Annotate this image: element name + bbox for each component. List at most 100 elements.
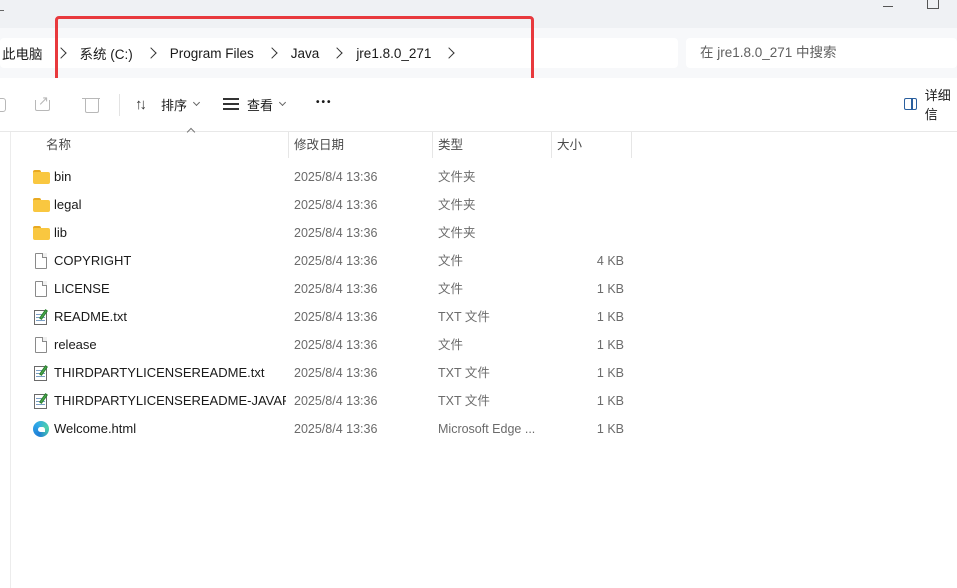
chevron-right-icon[interactable]	[266, 47, 278, 59]
file-name: THIRDPARTYLICENSEREADME.txt	[54, 365, 265, 380]
command-bar: ↑↓ 排序 查看 ••• 详细信	[0, 78, 957, 132]
breadcrumb[interactable]: 此电脑 系统 (C:) Program Files Java jre1.8.0_…	[0, 38, 678, 68]
share-icon	[34, 93, 52, 113]
table-row[interactable]: lib 2025/8/4 13:36 文件夹	[20, 219, 640, 247]
breadcrumb-item-jre[interactable]: jre1.8.0_271	[356, 46, 431, 61]
breadcrumb-item-system-c[interactable]: 系统 (C:)	[80, 43, 133, 63]
details-label: 详细信	[924, 88, 951, 122]
share-button[interactable]	[34, 90, 52, 118]
column-header-name[interactable]: 名称	[40, 127, 288, 162]
breadcrumb-item-this-pc[interactable]: 此电脑	[2, 43, 43, 63]
file-name: README.txt	[54, 309, 127, 324]
sort-label: 排序	[161, 97, 188, 113]
file-name: COPYRIGHT	[54, 253, 132, 268]
sort-arrows-icon: ↑↓	[135, 95, 147, 113]
address-bar-row: 此电脑 系统 (C:) Program Files Java jre1.8.0_…	[0, 28, 957, 78]
view-lines-icon	[223, 98, 239, 110]
chevron-down-icon	[278, 98, 287, 107]
folder-icon	[33, 197, 50, 213]
file-name: Welcome.html	[54, 421, 137, 436]
table-row[interactable]: LICENSE 2025/8/4 13:36 文件 1 KB	[20, 275, 640, 303]
file-name: bin	[54, 169, 72, 184]
file-size: 1 KB	[596, 338, 624, 352]
trash-icon	[82, 95, 100, 113]
file-type: 文件夹	[438, 226, 476, 240]
minimize-button[interactable]	[876, 0, 896, 10]
toolbar-divider	[119, 94, 120, 116]
folder-icon	[33, 169, 50, 185]
file-date: 2025/8/4 13:36	[294, 394, 378, 408]
file-date: 2025/8/4 13:36	[294, 170, 378, 184]
file-name: release	[54, 337, 97, 352]
folder-icon	[33, 225, 50, 241]
view-label: 查看	[247, 97, 274, 113]
search-input[interactable]	[686, 38, 957, 68]
file-name: lib	[54, 225, 68, 240]
file-type: Microsoft Edge ...	[438, 422, 536, 436]
file-date: 2025/8/4 13:36	[294, 310, 378, 324]
table-row[interactable]: bin 2025/8/4 13:36 文件夹	[20, 163, 640, 191]
file-list: 名称 修改日期 类型 大小 bin 2025/8/4 13:36 文件夹 leg…	[12, 127, 957, 588]
column-header-date[interactable]: 修改日期	[288, 132, 432, 162]
file-date: 2025/8/4 13:36	[294, 338, 378, 352]
file-size	[550, 191, 624, 219]
new-item-button[interactable]	[0, 90, 10, 118]
file-icon	[33, 281, 50, 297]
file-icon	[33, 337, 50, 353]
table-row[interactable]: THIRDPARTYLICENSEREADME.txt 2025/8/4 13:…	[20, 359, 640, 387]
file-type: TXT 文件	[438, 310, 490, 324]
view-button[interactable]: 查看	[223, 90, 287, 118]
table-row[interactable]: THIRDPARTYLICENSEREADME-JAVAF... 2025/8/…	[20, 387, 640, 415]
file-type: 文件	[438, 282, 464, 296]
details-pane-button[interactable]: 详细信	[904, 88, 957, 122]
file-size: 1 KB	[596, 394, 624, 408]
file-type: 文件夹	[438, 198, 476, 212]
table-row[interactable]: Welcome.html 2025/8/4 13:36 Microsoft Ed…	[20, 415, 640, 443]
title-bar	[0, 0, 957, 28]
chevron-right-icon[interactable]	[443, 47, 456, 59]
new-item-icon	[0, 95, 10, 113]
table-row[interactable]: release 2025/8/4 13:36 文件 1 KB	[20, 331, 640, 359]
table-row[interactable]: COPYRIGHT 2025/8/4 13:36 文件 4 KB	[20, 247, 640, 275]
column-resize-handle[interactable]	[631, 132, 632, 158]
more-options-button[interactable]: •••	[316, 88, 333, 116]
column-header-size[interactable]: 大小	[551, 132, 631, 162]
text-file-icon	[33, 393, 50, 409]
file-icon	[33, 253, 50, 269]
column-header-name-label: 名称	[46, 138, 72, 152]
text-file-icon	[33, 365, 50, 381]
chevron-down-icon	[192, 98, 201, 107]
details-pane-icon	[904, 98, 917, 110]
file-date: 2025/8/4 13:36	[294, 366, 378, 380]
file-size	[550, 219, 624, 247]
file-type: 文件	[438, 338, 464, 352]
edge-html-icon	[33, 421, 50, 437]
file-date: 2025/8/4 13:36	[294, 282, 378, 296]
chevron-right-icon[interactable]	[145, 47, 157, 59]
breadcrumb-item-program-files[interactable]: Program Files	[170, 46, 254, 61]
navigation-pane-edge[interactable]	[0, 132, 11, 588]
file-type: TXT 文件	[438, 394, 490, 408]
file-size: 1 KB	[596, 422, 624, 436]
chevron-right-icon[interactable]	[331, 47, 343, 59]
column-header-type[interactable]: 类型	[432, 132, 551, 162]
file-size: 1 KB	[596, 282, 624, 296]
breadcrumb-item-java[interactable]: Java	[291, 46, 320, 61]
file-date: 2025/8/4 13:36	[294, 226, 378, 240]
file-type: 文件夹	[438, 170, 476, 184]
file-name: LICENSE	[54, 281, 110, 296]
file-name: legal	[54, 197, 82, 212]
chevron-right-icon[interactable]	[54, 47, 67, 59]
file-size: 1 KB	[596, 366, 624, 380]
sort-button[interactable]: ↑↓ 排序	[135, 90, 201, 118]
file-size: 4 KB	[596, 254, 624, 268]
delete-button[interactable]	[82, 90, 100, 118]
text-file-icon	[33, 309, 50, 325]
table-row[interactable]: README.txt 2025/8/4 13:36 TXT 文件 1 KB	[20, 303, 640, 331]
file-date: 2025/8/4 13:36	[294, 198, 378, 212]
file-size: 1 KB	[596, 310, 624, 324]
file-type: TXT 文件	[438, 366, 490, 380]
file-date: 2025/8/4 13:36	[294, 254, 378, 268]
maximize-button[interactable]	[925, 0, 939, 10]
table-row[interactable]: legal 2025/8/4 13:36 文件夹	[20, 191, 640, 219]
